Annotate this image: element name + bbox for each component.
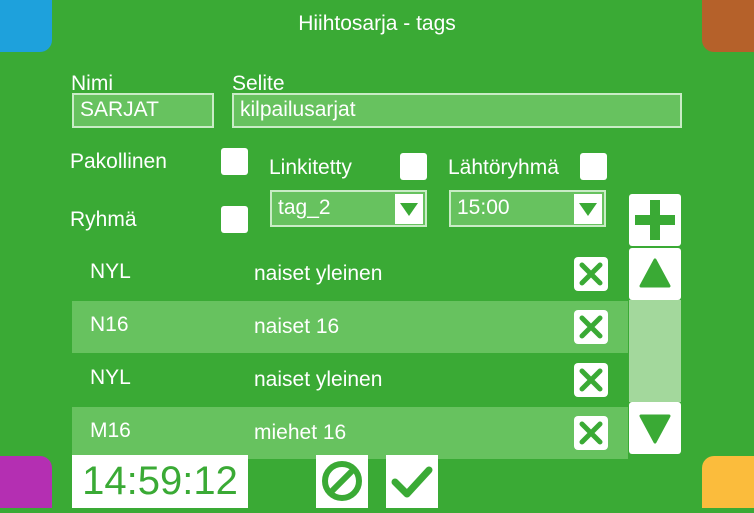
nimi-field[interactable]: SARJAT — [72, 93, 214, 128]
lahtoryhma-select[interactable]: 15:00 — [449, 190, 606, 227]
add-button[interactable] — [629, 194, 681, 246]
row-name: naiset yleinen — [254, 262, 383, 285]
lahtoryhma-checkbox[interactable] — [580, 153, 607, 180]
ryhma-checkbox[interactable] — [221, 206, 248, 233]
close-icon — [579, 262, 603, 286]
scrollbar-track[interactable] — [629, 300, 681, 402]
chevron-down-icon[interactable] — [395, 194, 423, 224]
row-name: naiset 16 — [254, 315, 340, 338]
clock-display: 14:59:12 — [72, 455, 248, 508]
triangle-down-icon — [639, 414, 671, 444]
row-name: miehet 16 — [254, 421, 347, 444]
checkmark-icon — [391, 466, 433, 498]
row-code: M16 — [90, 419, 131, 442]
row-code: N16 — [90, 313, 129, 336]
row-name: naiset yleinen — [254, 368, 383, 391]
linkitetty-label: Linkitetty — [269, 156, 352, 179]
table-row[interactable]: N16 naiset 16 — [72, 301, 628, 353]
delete-row-button[interactable] — [574, 257, 608, 291]
ryhma-label: Ryhmä — [70, 208, 137, 231]
linkitetty-checkbox[interactable] — [400, 153, 427, 180]
close-icon — [579, 368, 603, 392]
row-code: NYL — [90, 260, 131, 283]
plus-icon — [635, 200, 675, 240]
close-icon — [579, 315, 603, 339]
lahtoryhma-label: Lähtöryhmä — [448, 156, 559, 179]
table-row[interactable]: NYL naiset yleinen — [72, 248, 628, 300]
cancel-icon — [322, 461, 362, 501]
scroll-down-button[interactable] — [629, 402, 681, 454]
triangle-up-icon — [639, 258, 671, 288]
pakollinen-label: Pakollinen — [70, 150, 167, 173]
cancel-button[interactable] — [316, 455, 368, 508]
delete-row-button[interactable] — [574, 363, 608, 397]
linkitetty-select-value: tag_2 — [278, 196, 331, 219]
corner-button-bottom-right[interactable] — [702, 456, 754, 508]
delete-row-button[interactable] — [574, 310, 608, 344]
table-row[interactable]: NYL naiset yleinen — [72, 354, 628, 406]
linkitetty-select[interactable]: tag_2 — [270, 190, 427, 227]
chevron-down-icon[interactable] — [574, 194, 602, 224]
delete-row-button[interactable] — [574, 416, 608, 450]
selite-field[interactable]: kilpailusarjat — [232, 93, 682, 128]
scroll-up-button[interactable] — [629, 248, 681, 300]
close-icon — [579, 421, 603, 445]
pakollinen-checkbox[interactable] — [221, 148, 248, 175]
page-title: Hiihtosarja - tags — [298, 12, 456, 35]
confirm-button[interactable] — [386, 455, 438, 508]
corner-button-bottom-left[interactable] — [0, 456, 52, 508]
row-code: NYL — [90, 366, 131, 389]
lahtoryhma-select-value: 15:00 — [457, 196, 510, 219]
table-row[interactable]: M16 miehet 16 — [72, 407, 628, 459]
